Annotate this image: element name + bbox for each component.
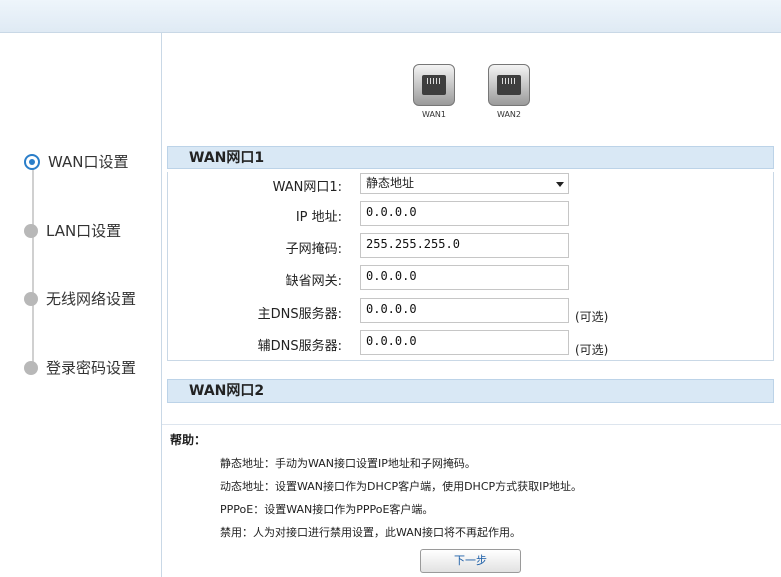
port-wan2[interactable]: WAN2 [484, 64, 534, 119]
gateway-input[interactable]: 0.0.0.0 [360, 265, 569, 290]
dns1-label: 主DNS服务器: [257, 307, 342, 322]
step-password-settings[interactable]: 登录密码设置 [24, 357, 136, 378]
step-inactive-icon [24, 223, 38, 238]
dns2-label: 辅DNS服务器: [257, 339, 342, 354]
help-item: 动态地址：设置WAN接口作为DHCP客户端，使用DHCP方式获取IP地址。 [220, 480, 583, 493]
next-step-button[interactable]: 下一步 [420, 549, 521, 573]
secondary-dns-input[interactable]: 0.0.0.0 [360, 330, 569, 355]
ethernet-port-icon [488, 64, 530, 106]
step-wan-settings[interactable]: WAN口设置 [24, 151, 129, 172]
chevron-down-icon [556, 182, 564, 187]
dns1-optional-note: (可选) [575, 310, 609, 324]
help-item: 静态地址：手动为WAN接口设置IP地址和子网掩码。 [220, 457, 476, 470]
mask-label: 子网掩码: [285, 242, 342, 257]
ethernet-port-icon [413, 64, 455, 106]
port-wan1[interactable]: WAN1 [409, 64, 459, 119]
step-label: LAN口设置 [46, 222, 122, 240]
dns2-optional-note: (可选) [575, 343, 609, 357]
help-divider [162, 424, 781, 425]
help-item: 禁用：人为对接口进行禁用设置，此WAN接口将不再起作用。 [220, 526, 522, 539]
step-label: WAN口设置 [48, 153, 129, 171]
wan-type-value: 静态地址 [366, 176, 415, 190]
step-lan-settings[interactable]: LAN口设置 [24, 220, 121, 241]
step-inactive-icon [24, 291, 38, 306]
gateway-label: 缺省网关: [285, 274, 342, 289]
step-connector-line [32, 158, 34, 368]
step-label: 无线网络设置 [46, 290, 137, 308]
step-label: 登录密码设置 [46, 359, 137, 377]
step-wireless-settings[interactable]: 无线网络设置 [24, 288, 136, 309]
ip-label: IP 地址: [295, 210, 342, 225]
wan-type-label: WAN网口1: [272, 180, 342, 195]
wan-type-select[interactable]: 静态地址 [360, 173, 569, 194]
step-active-icon [24, 153, 40, 170]
wan1-section-header[interactable]: WAN网口1 [167, 146, 774, 169]
wan2-section-header[interactable]: WAN网口2 [167, 379, 774, 403]
help-item: PPPoE：设置WAN接口作为PPPoE客户端。 [220, 503, 434, 516]
top-banner [0, 0, 781, 33]
step-inactive-icon [24, 360, 38, 375]
primary-dns-input[interactable]: 0.0.0.0 [360, 298, 569, 323]
port-label: WAN1 [421, 110, 447, 119]
help-title: 帮助： [170, 433, 207, 447]
port-label: WAN2 [496, 110, 522, 119]
subnet-mask-input[interactable]: 255.255.255.0 [360, 233, 569, 258]
ip-address-input[interactable]: 0.0.0.0 [360, 201, 569, 226]
